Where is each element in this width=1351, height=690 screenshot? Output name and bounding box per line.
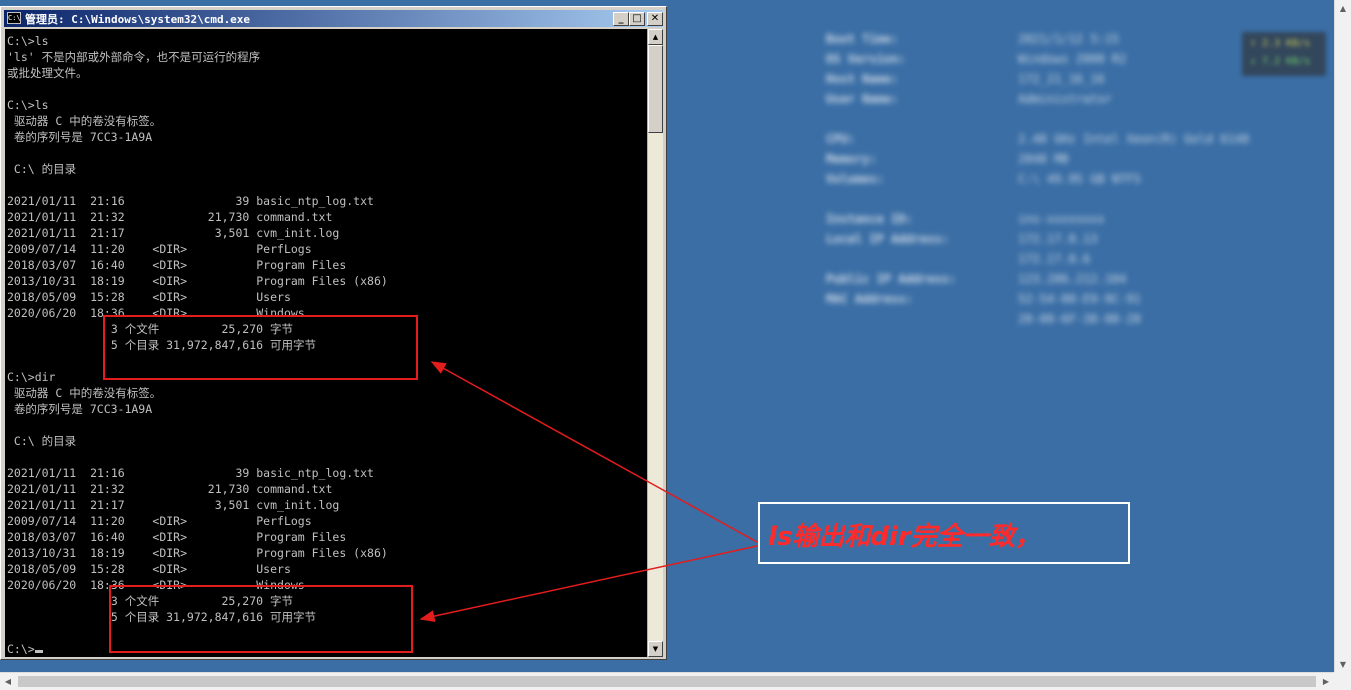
window-title: 管理员: C:\Windows\system32\cmd.exe xyxy=(25,13,251,26)
highlight-box-ls-summary xyxy=(103,315,418,380)
bginfo-value: Administrator xyxy=(1018,92,1112,106)
desktop-scroll-right-icon[interactable]: ▶ xyxy=(1318,673,1334,690)
maximize-button[interactable]: □ xyxy=(629,12,645,26)
desktop-scroll-down-icon[interactable]: ▼ xyxy=(1335,656,1351,672)
bginfo-value: 123.206.212.104 xyxy=(1018,272,1127,286)
desktop-vertical-scrollbar[interactable]: ▲ ▼ xyxy=(1334,0,1351,672)
bginfo-label: MAC Address: xyxy=(826,292,913,306)
close-button[interactable]: ✕ xyxy=(647,12,663,26)
bginfo-value: C:\ 49.95 GB NTFS xyxy=(1018,172,1141,186)
bginfo-value: ins-xxxxxxxx xyxy=(1018,212,1105,226)
desktop-horizontal-scrollbar[interactable]: ◀ ▶ xyxy=(0,672,1334,690)
highlight-box-dir-summary xyxy=(109,585,413,653)
bginfo-label: CPU: xyxy=(826,132,855,146)
bginfo-label: Public IP Address: xyxy=(826,272,957,286)
console-scroll-thumb[interactable] xyxy=(648,45,663,133)
bginfo-label: User Name: xyxy=(826,92,899,106)
bginfo-value: 2.40 GHz Intel Xeon(R) Gold 6148 xyxy=(1018,132,1250,146)
cmd-icon[interactable]: C:\ xyxy=(7,12,21,24)
bginfo-label: Instance ID: xyxy=(826,212,913,226)
bginfo-label: Memory: xyxy=(826,152,877,166)
desktop-scroll-up-icon[interactable]: ▲ xyxy=(1335,0,1351,16)
annotation-text: ls输出和dir完全一致， xyxy=(768,522,1041,552)
bginfo-value: 172_21_16_16 xyxy=(1018,72,1105,86)
console-cursor xyxy=(34,650,43,653)
bginfo-label: Host Name: xyxy=(826,72,899,86)
bginfo-value: 172.17.0.6 xyxy=(1018,252,1091,266)
console-scrollbar[interactable]: ▲ ▼ xyxy=(647,29,663,657)
scrollbar-corner xyxy=(1334,672,1351,690)
network-meter: ↑ 2.3 KB/s ↓ 7.2 KB/s xyxy=(1242,32,1326,76)
bginfo-label: Volumes: xyxy=(826,172,884,186)
scroll-down-arrow-icon[interactable]: ▼ xyxy=(648,641,663,657)
desktop-scroll-left-icon[interactable]: ◀ xyxy=(0,673,16,690)
minimize-button[interactable]: _ xyxy=(613,12,629,26)
upload-rate: ↑ 2.3 KB/s xyxy=(1250,38,1311,49)
bginfo-label: Local IP Address: xyxy=(826,232,949,246)
bginfo-label: Boot Time: xyxy=(826,32,899,46)
bginfo-value: 2021/1/12 5:15 xyxy=(1018,32,1120,46)
download-rate: ↓ 7.2 KB/s xyxy=(1250,56,1311,67)
bginfo-value: 52-54-00-E9-9C-91 xyxy=(1018,292,1141,306)
title-bar[interactable]: C:\ 管理员: C:\Windows\system32\cmd.exe _ □… xyxy=(4,10,663,27)
bginfo-value: 2048 MB xyxy=(1018,152,1069,166)
desktop-hscroll-thumb[interactable] xyxy=(18,676,1316,687)
bginfo-label: OS Version: xyxy=(826,52,906,66)
bginfo-value: Windows 2008 R2 xyxy=(1018,52,1127,66)
bginfo-value: 172.17.0.13 xyxy=(1018,232,1098,246)
scroll-up-arrow-icon[interactable]: ▲ xyxy=(648,29,663,45)
bginfo-value: 20-00-6F-38-08-28 xyxy=(1018,312,1141,326)
annotation-callout: ls输出和dir完全一致， xyxy=(758,502,1130,564)
